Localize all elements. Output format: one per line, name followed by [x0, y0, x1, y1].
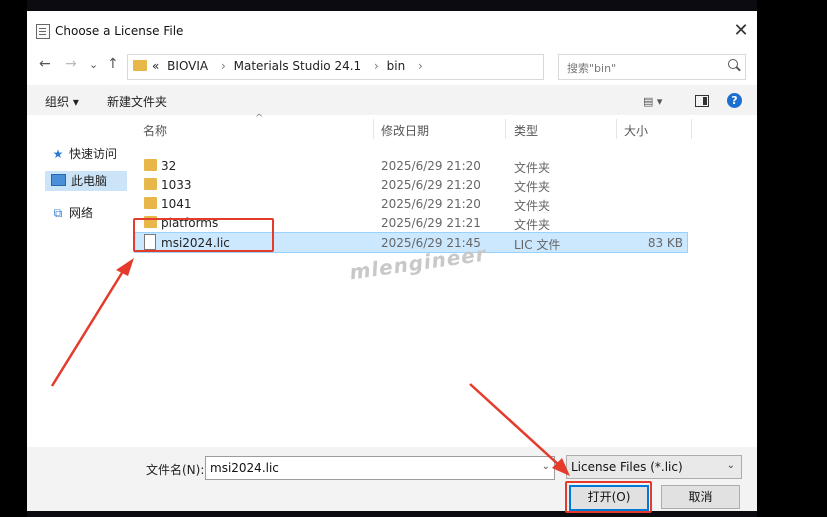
arrow-to-file — [50, 267, 127, 387]
arrowhead-icon — [116, 258, 134, 276]
arrow-to-open-button — [469, 383, 561, 467]
annotation-arrows — [50, 258, 570, 476]
